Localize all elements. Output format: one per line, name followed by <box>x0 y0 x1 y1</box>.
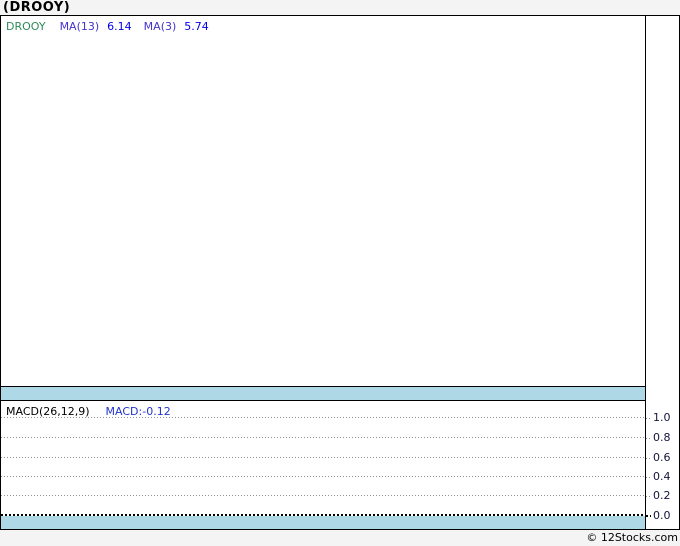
axis-tick-label: 0.4 <box>653 470 671 483</box>
tick-mark <box>646 495 651 497</box>
ma3-value: 5.74 <box>184 20 209 33</box>
gridline-0-8 <box>1 437 646 438</box>
macd-value: MACD:-0.12 <box>105 405 171 418</box>
gridline-0-6 <box>1 457 646 458</box>
price-bottom-band <box>1 386 646 400</box>
axis-tick: 0.2 <box>646 489 679 503</box>
macd-params-label: MACD(26,12,9) <box>6 405 90 418</box>
axis-tick-label: 1.0 <box>653 411 671 424</box>
macd-legend: MACD(26,12,9) MACD:-0.12 <box>6 405 171 418</box>
ma13-label: MA(13) <box>59 20 100 33</box>
ticker-label: DROOY <box>6 20 46 33</box>
page-title: (DROOY) <box>3 0 71 15</box>
axis-tick: 0.6 <box>646 451 679 465</box>
ma13-value: 6.14 <box>107 20 132 33</box>
gridline-0-2 <box>1 495 646 496</box>
tick-mark <box>646 515 651 517</box>
tick-mark <box>646 476 651 478</box>
axis-tick-label: 0.8 <box>653 431 671 444</box>
price-chart-panel: DROOY MA(13) 6.14 MA(3) 5.74 <box>0 15 646 401</box>
stock-chart-page: (DROOY) DROOY MA(13) 6.14 MA(3) 5.74 MAC… <box>0 0 680 546</box>
gridline-0-4 <box>1 476 646 477</box>
macd-y-axis: 1.0 0.8 0.6 0.4 0.2 0.0 <box>645 15 680 530</box>
macd-panel: MACD(26,12,9) MACD:-0.12 <box>0 401 646 530</box>
axis-tick: 0.4 <box>646 470 679 484</box>
axis-tick: 0.0 <box>646 509 679 523</box>
tick-mark <box>646 457 651 459</box>
footer: © 12Stocks.com <box>0 531 678 546</box>
tick-mark <box>646 417 651 419</box>
axis-tick: 0.8 <box>646 431 679 445</box>
axis-tick-label: 0.0 <box>653 509 671 522</box>
credit-text: © 12Stocks.com <box>586 531 678 544</box>
axis-tick-label: 0.6 <box>653 451 671 464</box>
ma3-label: MA(3) <box>143 20 177 33</box>
macd-bottom-band <box>1 516 646 529</box>
axis-tick: 1.0 <box>646 411 679 425</box>
axis-tick-label: 0.2 <box>653 489 671 502</box>
tick-mark <box>646 437 651 439</box>
price-chart-legend: DROOY MA(13) 6.14 MA(3) 5.74 <box>6 20 221 33</box>
